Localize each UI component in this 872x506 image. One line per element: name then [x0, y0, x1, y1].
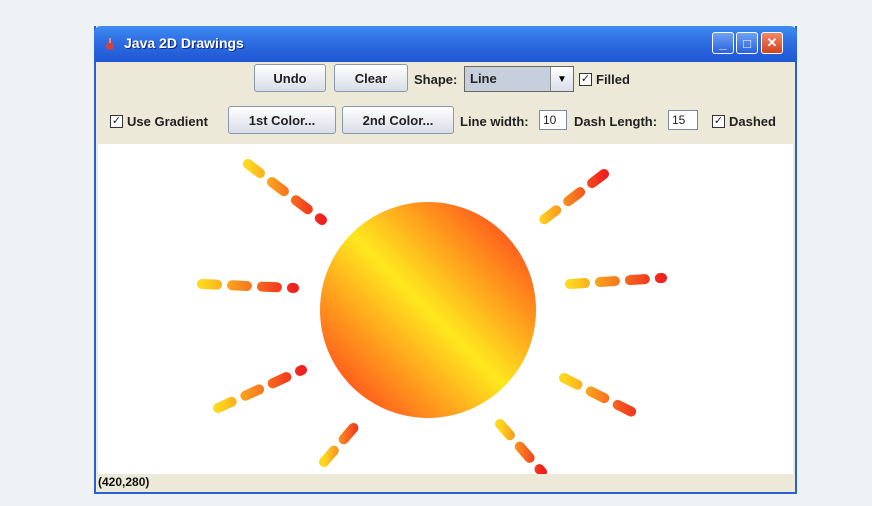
dash-length-label: Dash Length: — [574, 114, 658, 129]
ray-left — [197, 279, 299, 293]
maximize-button[interactable]: □ — [736, 32, 758, 54]
shape-combo[interactable]: Line ▼ — [464, 66, 574, 92]
minimize-button[interactable]: _ — [712, 32, 734, 54]
line-width-field[interactable]: 10 — [539, 110, 567, 130]
line-width-label: Line width: — [460, 114, 529, 129]
clear-button[interactable]: Clear — [334, 64, 408, 92]
filled-label: Filled — [596, 72, 630, 87]
toolbar-row-2: ✓ Use Gradient 1st Color... 2nd Color...… — [96, 106, 795, 136]
title-bar[interactable]: Java 2D Drawings _ □ ✕ — [94, 26, 797, 62]
dashed-label: Dashed — [729, 114, 776, 129]
status-bar: (420,280) — [96, 474, 795, 492]
second-color-button[interactable]: 2nd Color... — [342, 106, 454, 134]
window-title: Java 2D Drawings — [124, 35, 244, 51]
first-color-button[interactable]: 1st Color... — [228, 106, 336, 134]
close-button[interactable]: ✕ — [761, 32, 783, 54]
cursor-coordinates: (420,280) — [98, 475, 150, 489]
ray-right — [565, 273, 667, 289]
ray-lower-right — [559, 373, 649, 423]
java-cup-icon — [106, 38, 114, 50]
sun-circle — [320, 202, 536, 418]
use-gradient-label: Use Gradient — [127, 114, 208, 129]
ray-bottom-right — [495, 419, 547, 474]
toolbar-row-1: Undo Clear Shape: Line ▼ ✓ Filled — [96, 64, 795, 96]
use-gradient-checkbox[interactable]: ✓ — [110, 115, 123, 128]
ray-upper-left — [243, 159, 327, 225]
ray-bottom-left — [319, 413, 367, 467]
drawing-canvas[interactable] — [98, 144, 793, 474]
shape-label: Shape: — [414, 72, 458, 87]
dashed-checkbox[interactable]: ✓ — [712, 115, 725, 128]
ray-upper-right — [533, 169, 609, 229]
chevron-down-icon[interactable]: ▼ — [550, 67, 573, 91]
dash-length-field[interactable]: 15 — [668, 110, 698, 130]
undo-button[interactable]: Undo — [254, 64, 326, 92]
shape-combo-value: Line — [470, 71, 497, 86]
filled-checkbox[interactable]: ✓ — [579, 73, 592, 86]
app-window: Java 2D Drawings _ □ ✕ Undo Clear Shape:… — [94, 26, 797, 494]
ray-lower-left — [213, 365, 307, 413]
